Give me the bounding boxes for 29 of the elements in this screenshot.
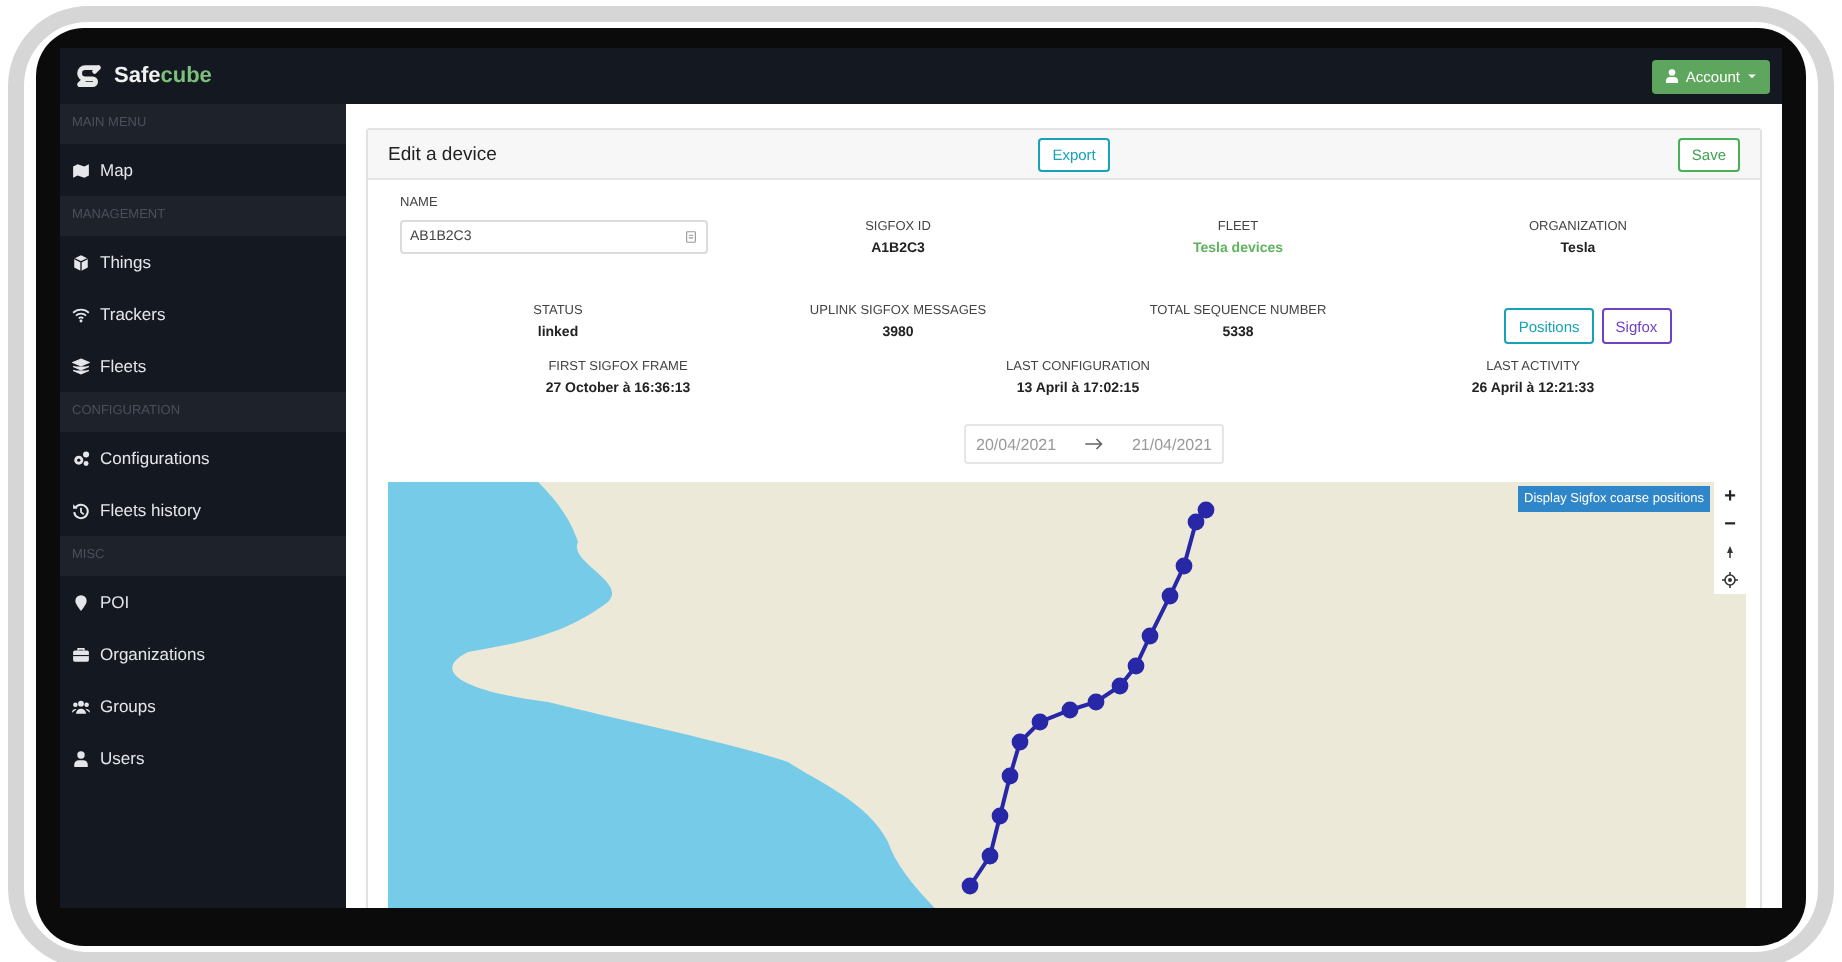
- users-icon: [72, 697, 90, 715]
- sidebar-item[interactable]: Groups: [60, 680, 346, 732]
- sidebar-item[interactable]: Things: [60, 236, 346, 288]
- cube-icon: [72, 253, 90, 271]
- brand-name: Safecube: [114, 64, 212, 88]
- history-icon: [72, 501, 90, 519]
- gears-icon: [72, 449, 90, 467]
- layers-icon: [72, 357, 90, 375]
- sidebar-item[interactable]: Trackers: [60, 288, 346, 340]
- sidebar-item[interactable]: Fleets: [60, 340, 346, 392]
- sidebar-item[interactable]: Configurations: [60, 432, 346, 484]
- caret-icon: [1746, 70, 1758, 82]
- map-icon: [72, 161, 90, 179]
- sidebar-item[interactable]: Fleets history: [60, 484, 346, 536]
- document-icon: [684, 230, 698, 244]
- sidebar-item[interactable]: Map: [60, 144, 346, 196]
- sidebar-item[interactable]: Organizations: [60, 628, 346, 680]
- wifi-icon: [72, 305, 90, 323]
- briefcase-icon: [72, 645, 90, 663]
- user-icon: [72, 749, 90, 767]
- locate-icon: [1722, 572, 1738, 588]
- card-title: Edit a device: [388, 143, 499, 165]
- pin-icon: [72, 593, 90, 611]
- logo-icon: [74, 61, 104, 91]
- sidebar-item[interactable]: POI: [60, 576, 346, 628]
- arrow-right-icon: [1082, 434, 1106, 454]
- user-icon: [1663, 68, 1680, 84]
- compass-icon: [1722, 544, 1738, 560]
- sidebar-item[interactable]: Users: [60, 732, 346, 784]
